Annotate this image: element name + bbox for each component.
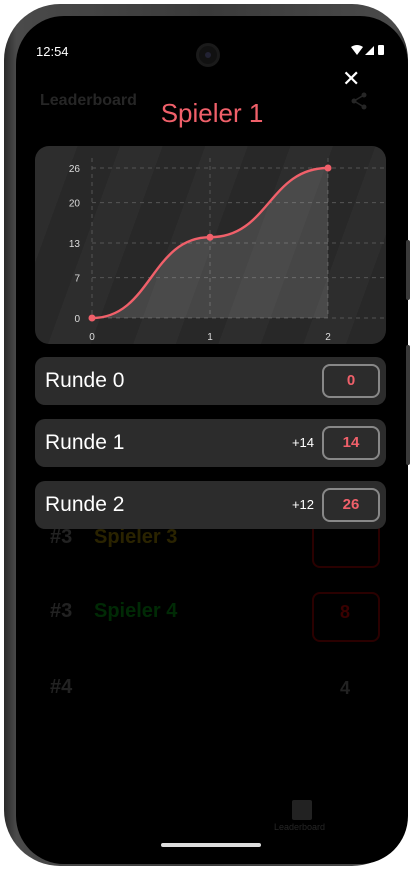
- round-row-1: Runde 1 +14 14: [35, 419, 386, 467]
- player-title: Spieler 1: [160, 98, 264, 128]
- round-label: Runde 1: [45, 431, 125, 454]
- bottom-tab-label: Leaderboard: [274, 822, 326, 832]
- rank: #3: [50, 526, 73, 548]
- power-button: [406, 345, 410, 465]
- y-tick-label: 20: [69, 199, 81, 210]
- player-name: Spieler 4: [94, 600, 178, 622]
- round-label: Runde 2: [45, 493, 125, 516]
- score-chart: 0 7 13 20 26 0 1 2: [35, 146, 386, 344]
- y-tick-label: 13: [69, 239, 81, 250]
- round-score[interactable]: 0: [322, 364, 380, 398]
- phone-frame: 12:54 Leaderboard #3 Spieler 3 #3 Spiele…: [4, 4, 408, 866]
- data-point: [324, 164, 332, 172]
- rank: #3: [50, 600, 73, 622]
- status-icons: [350, 44, 386, 59]
- player-score: 4: [339, 678, 350, 698]
- round-score[interactable]: 14: [322, 426, 380, 460]
- volume-button: [406, 240, 410, 300]
- front-camera: [199, 46, 217, 64]
- x-tick-label: 1: [207, 332, 213, 343]
- home-indicator[interactable]: [161, 843, 261, 847]
- y-tick-label: 0: [74, 314, 80, 325]
- round-row-0: Runde 0 0: [35, 357, 386, 405]
- player-score: 8: [339, 602, 350, 622]
- leaderboard-icon: [292, 800, 312, 820]
- y-tick-label: 26: [69, 164, 81, 175]
- round-delta: +12: [291, 497, 314, 512]
- status-time: 12:54: [36, 44, 69, 59]
- leaderboard-row: #4 4: [50, 668, 390, 708]
- x-tick-label: 2: [325, 332, 331, 343]
- rank: #4: [50, 676, 73, 698]
- round-row-2: Runde 2 +12 26: [35, 481, 386, 529]
- x-tick-label: 0: [89, 332, 95, 343]
- round-score[interactable]: 26: [322, 488, 380, 522]
- score-chart-svg: 0 7 13 20 26 0 1 2: [69, 158, 384, 343]
- close-icon[interactable]: ✕: [342, 68, 360, 90]
- screen: 12:54 Leaderboard #3 Spieler 3 #3 Spiele…: [16, 16, 408, 864]
- round-label: Runde 0: [45, 369, 125, 392]
- wifi-signal-battery-icon: [351, 45, 384, 55]
- y-tick-label: 7: [74, 274, 80, 285]
- player-name: Spieler 3: [94, 526, 178, 548]
- leaderboard-row: #3 Spieler 4 8: [50, 592, 390, 642]
- data-point: [88, 314, 96, 322]
- data-point: [206, 233, 214, 241]
- round-delta: +14: [291, 435, 314, 450]
